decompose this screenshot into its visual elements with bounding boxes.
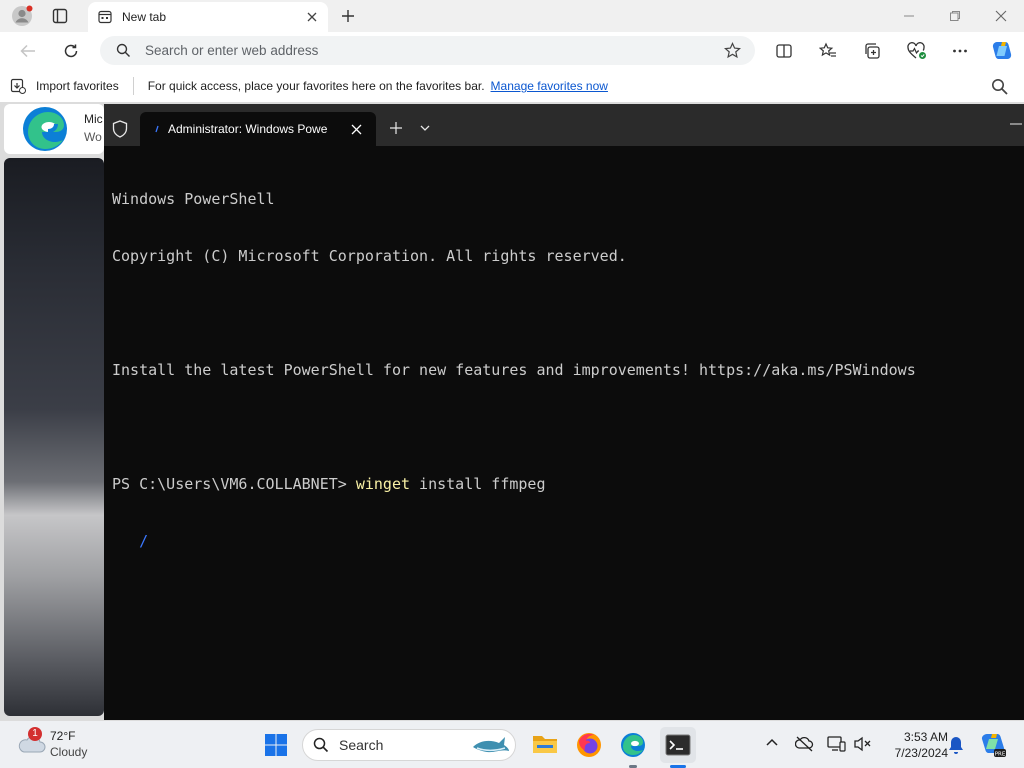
close-tab-icon[interactable] — [306, 11, 318, 23]
address-bar[interactable] — [100, 36, 755, 65]
split-screen-icon[interactable] — [774, 41, 794, 61]
tab-new-tab[interactable]: New tab — [88, 2, 328, 32]
card-text-1: Mic — [84, 112, 103, 126]
minimize-icon[interactable] — [900, 8, 918, 24]
card-text-2: Wo — [84, 130, 102, 144]
clock-time: 3:53 AM — [903, 730, 948, 744]
weather-badge: 1 — [28, 727, 42, 741]
display-icon[interactable] — [826, 734, 846, 754]
restore-icon[interactable] — [946, 8, 964, 24]
copilot-icon[interactable] — [989, 38, 1015, 64]
terminal-progress-spinner: / — [112, 532, 149, 550]
weather-widget[interactable]: 1 72°F Cloudy — [12, 727, 102, 763]
admin-shield-icon — [112, 120, 128, 138]
edge-taskbar-icon[interactable] — [619, 731, 647, 759]
terminal-output[interactable]: Windows PowerShell Copyright (C) Microso… — [112, 152, 1016, 589]
new-tab-page-icon — [98, 10, 112, 24]
refresh-icon[interactable] — [61, 41, 81, 61]
import-favorites-icon[interactable] — [10, 78, 26, 94]
background-image — [4, 158, 104, 716]
start-card[interactable]: Mic Wo — [4, 104, 104, 154]
weather-temp: 72°F — [50, 729, 76, 743]
browser-essentials-icon[interactable] — [906, 41, 928, 61]
new-tab-plus-icon[interactable] — [338, 6, 358, 26]
terminal-prompt-line: PS C:\Users\VM6.COLLABNET> winget instal… — [112, 475, 1016, 494]
address-toolbar — [0, 32, 1024, 70]
terminal-tabbar: Administrator: Windows Powe — [104, 104, 1024, 146]
weather-desc: Cloudy — [50, 745, 88, 759]
terminal-minimize-icon[interactable] — [1010, 122, 1022, 126]
favorites-bar: Import favorites For quick access, place… — [0, 70, 1024, 102]
taskbar-search-icon — [313, 737, 329, 753]
terminal-line: Windows PowerShell — [112, 190, 275, 208]
import-favorites-label[interactable]: Import favorites — [36, 79, 119, 93]
volume-muted-icon[interactable] — [852, 734, 872, 754]
terminal-taskbar-icon[interactable] — [660, 727, 696, 763]
svg-text:PRE: PRE — [995, 752, 1006, 758]
terminal-line: Copyright (C) Microsoft Corporation. All… — [112, 247, 627, 265]
favbar-divider — [132, 77, 134, 95]
terminal-tab-title: Administrator: Windows Powe — [168, 122, 328, 136]
firefox-icon[interactable] — [575, 731, 603, 759]
file-explorer-icon[interactable] — [531, 731, 559, 757]
terminal-window[interactable]: Administrator: Windows Powe Windows Powe… — [104, 104, 1024, 720]
favorites-icon[interactable] — [818, 41, 838, 61]
copilot-taskbar-icon[interactable]: PRE — [979, 731, 1007, 759]
favorite-star-icon[interactable] — [724, 42, 741, 59]
taskbar-search[interactable]: Search — [302, 729, 516, 761]
terminal-prompt: PS C:\Users\VM6.COLLABNET> — [112, 475, 356, 493]
address-input[interactable] — [145, 43, 685, 58]
clock[interactable]: 3:53 AM 7/23/2024 — [878, 729, 948, 761]
page-search-icon[interactable] — [991, 78, 1009, 96]
clock-date: 7/23/2024 — [894, 746, 948, 760]
new-terminal-tab-icon[interactable] — [390, 122, 402, 134]
profile-avatar-icon[interactable] — [10, 5, 34, 27]
network-disconnected-icon[interactable] — [795, 735, 815, 753]
tray-chevron-up-icon[interactable] — [765, 737, 779, 747]
edge-logo-icon — [20, 104, 70, 154]
favorites-hint-text: For quick access, place your favorites h… — [147, 79, 485, 93]
search-highlight-whale-icon — [471, 733, 511, 757]
more-options-icon[interactable] — [950, 41, 970, 61]
search-icon — [116, 43, 131, 58]
taskbar-search-label: Search — [339, 737, 384, 753]
browser-tabstrip: New tab — [0, 0, 1024, 32]
manage-favorites-link[interactable]: Manage favorites now — [491, 79, 608, 93]
notification-bell-icon[interactable] — [947, 735, 965, 755]
terminal-line: Install the latest PowerShell for new fe… — [112, 361, 916, 379]
tab-actions-icon[interactable] — [50, 7, 70, 25]
terminal-command: winget — [355, 475, 411, 493]
close-terminal-tab-icon[interactable] — [351, 124, 362, 135]
taskbar: 1 72°F Cloudy Search 3:53 AM 7/23/2024 P… — [0, 720, 1024, 768]
back-arrow-icon[interactable] — [18, 41, 38, 61]
start-windows-icon[interactable] — [264, 733, 288, 757]
close-window-icon[interactable] — [992, 8, 1010, 24]
terminal-command-args: install ffmpeg — [410, 475, 546, 493]
tab-title: New tab — [122, 10, 167, 24]
collections-icon[interactable] — [862, 41, 882, 61]
terminal-dropdown-chevron-icon[interactable] — [420, 124, 430, 132]
terminal-tab-admin[interactable]: Administrator: Windows Powe — [140, 112, 376, 146]
powershell-tab-icon — [154, 123, 160, 135]
